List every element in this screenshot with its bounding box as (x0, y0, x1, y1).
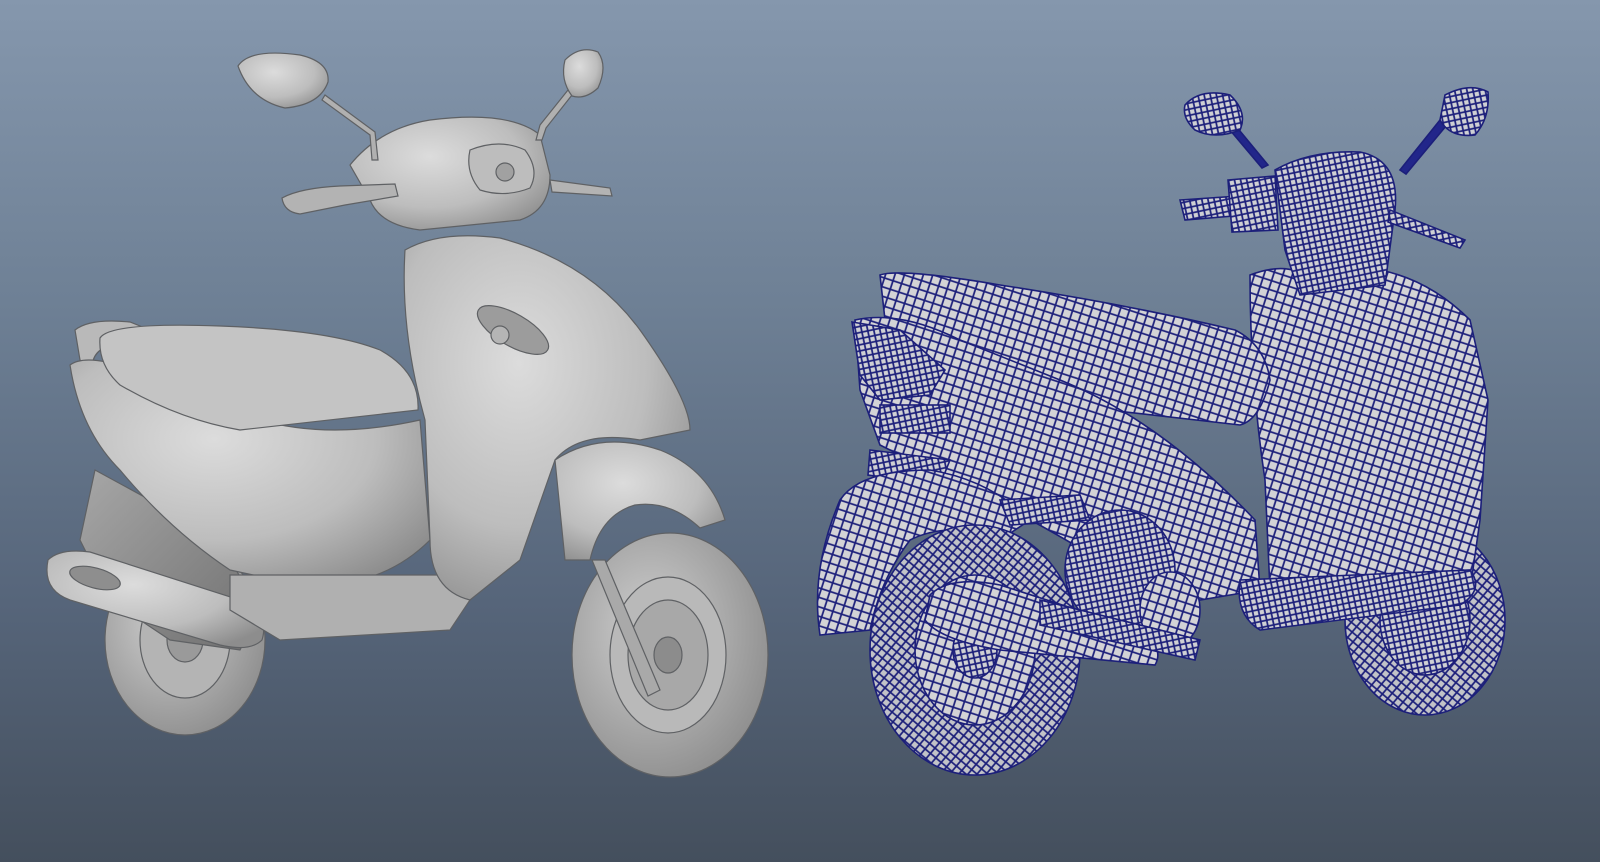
3d-viewport[interactable] (0, 0, 1600, 862)
scooter-wireframe-model[interactable] (0, 0, 1600, 862)
wire-front-apron (1249, 267, 1489, 591)
wire-steering-column (1274, 151, 1397, 296)
wire-switchgear (1227, 175, 1279, 233)
wire-license-plate (879, 404, 951, 434)
wire-mirror-left (1183, 92, 1270, 169)
wire-handlebar-right (1387, 208, 1467, 249)
wire-mirror-right (1398, 86, 1490, 176)
